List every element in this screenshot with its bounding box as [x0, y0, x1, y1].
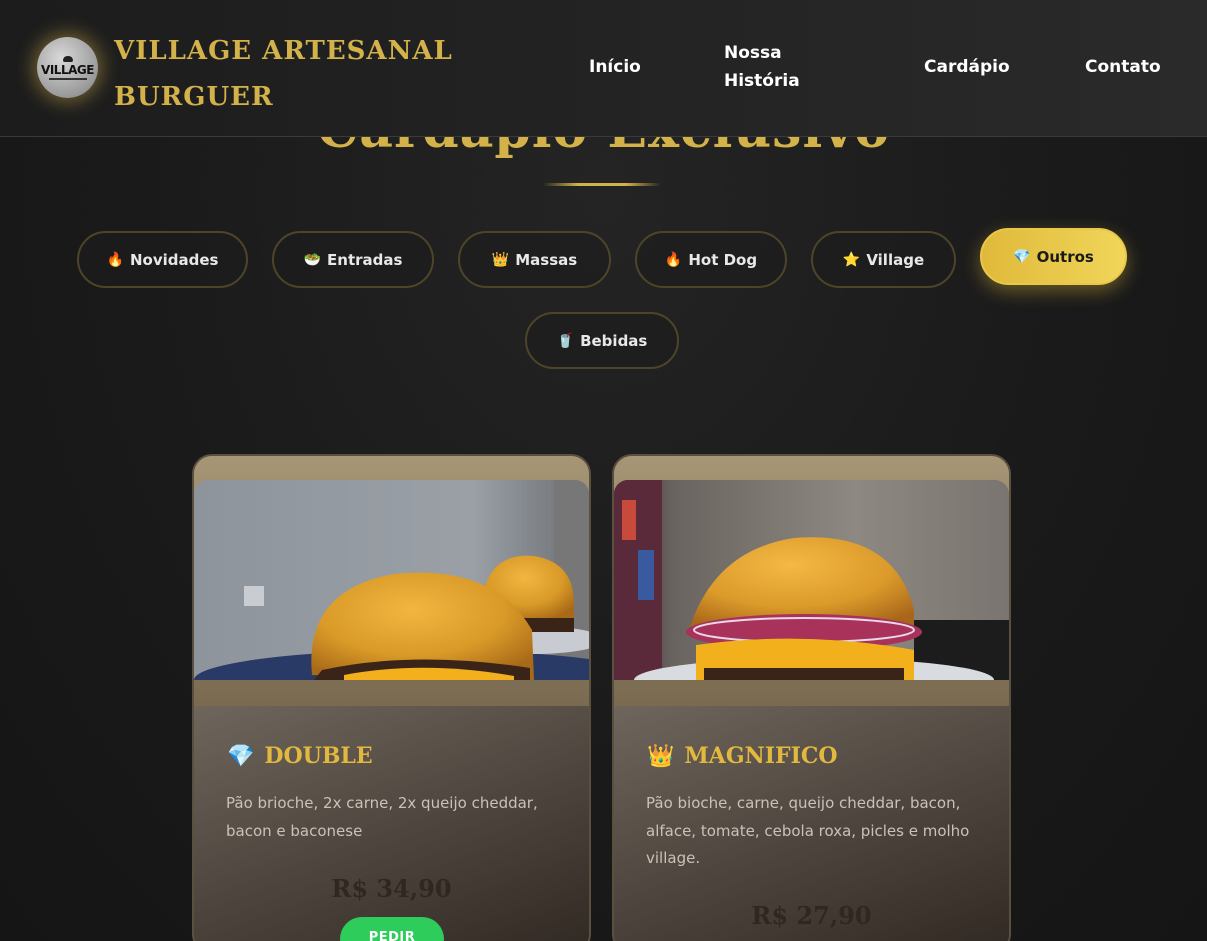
product-name: 👑 MAGNIFICO	[647, 743, 838, 769]
logo-underline	[48, 77, 87, 80]
salad-icon: 🥗	[303, 251, 322, 268]
category-novidades[interactable]: 🔥 Novidades	[77, 231, 248, 288]
product-description: Pão brioche, 2x carne, 2x queijo cheddar…	[226, 794, 538, 840]
product-name-text: DOUBLE	[264, 743, 373, 769]
product-image	[614, 480, 1009, 680]
category-label: Novidades	[129, 250, 219, 269]
category-label: Bebidas	[580, 331, 648, 350]
product-image	[194, 480, 589, 680]
nav-link-inicio[interactable]: Início	[589, 53, 641, 81]
brand-name[interactable]: VILLAGE ARTESANAL BURGUER	[114, 28, 474, 120]
category-hot-dog[interactable]: 🔥 Hot Dog	[635, 231, 787, 288]
nav-link-nossa-historia[interactable]: Nossa História	[724, 39, 834, 95]
drink-icon: 🥤	[556, 332, 575, 349]
category-village[interactable]: ⭐ Village	[811, 231, 956, 288]
fire-icon: 🔥	[106, 251, 124, 268]
gem-icon: 💎	[227, 743, 255, 769]
category-label: Outros	[1036, 247, 1094, 266]
category-outros[interactable]: 💎 Outros	[980, 228, 1127, 285]
nav-link-contato[interactable]: Contato	[1085, 53, 1161, 81]
site-header: VILLAGE VILLAGE ARTESANAL BURGUER Início…	[0, 0, 1207, 137]
burger-logo-icon	[62, 55, 73, 62]
product-price: R$ 34,90	[331, 874, 452, 903]
crown-icon: 👑	[491, 251, 510, 268]
category-massas[interactable]: 👑 Massas	[458, 231, 611, 288]
category-entradas[interactable]: 🥗 Entradas	[272, 231, 434, 288]
category-label: Village	[866, 250, 925, 269]
brand-logo[interactable]: VILLAGE	[37, 37, 98, 98]
card-body: 💎 DOUBLE Pão brioche, 2x carne, 2x queij…	[194, 706, 589, 941]
title-divider	[543, 183, 661, 186]
order-button[interactable]: PEDIR	[340, 917, 444, 941]
nav-link-cardapio[interactable]: Cardápio	[924, 53, 1010, 81]
logo-text: VILLAGE	[41, 62, 94, 77]
category-label: Hot Dog	[688, 250, 758, 269]
burger-photo	[194, 480, 589, 680]
category-label: Entradas	[327, 250, 403, 269]
product-name: 💎 DOUBLE	[227, 743, 373, 769]
burger-photo	[614, 480, 1009, 680]
category-label: Massas	[515, 250, 578, 269]
fire-icon: 🔥	[664, 251, 683, 268]
product-description: Pão bioche, carne, queijo cheddar, bacon…	[646, 794, 970, 867]
product-card[interactable]: 👑 MAGNIFICO Pão bioche, carne, queijo ch…	[612, 454, 1011, 941]
card-body: 👑 MAGNIFICO Pão bioche, carne, queijo ch…	[614, 706, 1009, 941]
product-card[interactable]: 💎 DOUBLE Pão brioche, 2x carne, 2x queij…	[192, 454, 591, 941]
gem-icon: 💎	[1013, 248, 1031, 265]
star-icon: ⭐	[842, 251, 861, 268]
crown-icon: 👑	[647, 743, 675, 769]
product-name-text: MAGNIFICO	[684, 743, 838, 769]
category-bebidas[interactable]: 🥤 Bebidas	[525, 312, 679, 369]
product-price: R$ 27,90	[751, 901, 872, 930]
